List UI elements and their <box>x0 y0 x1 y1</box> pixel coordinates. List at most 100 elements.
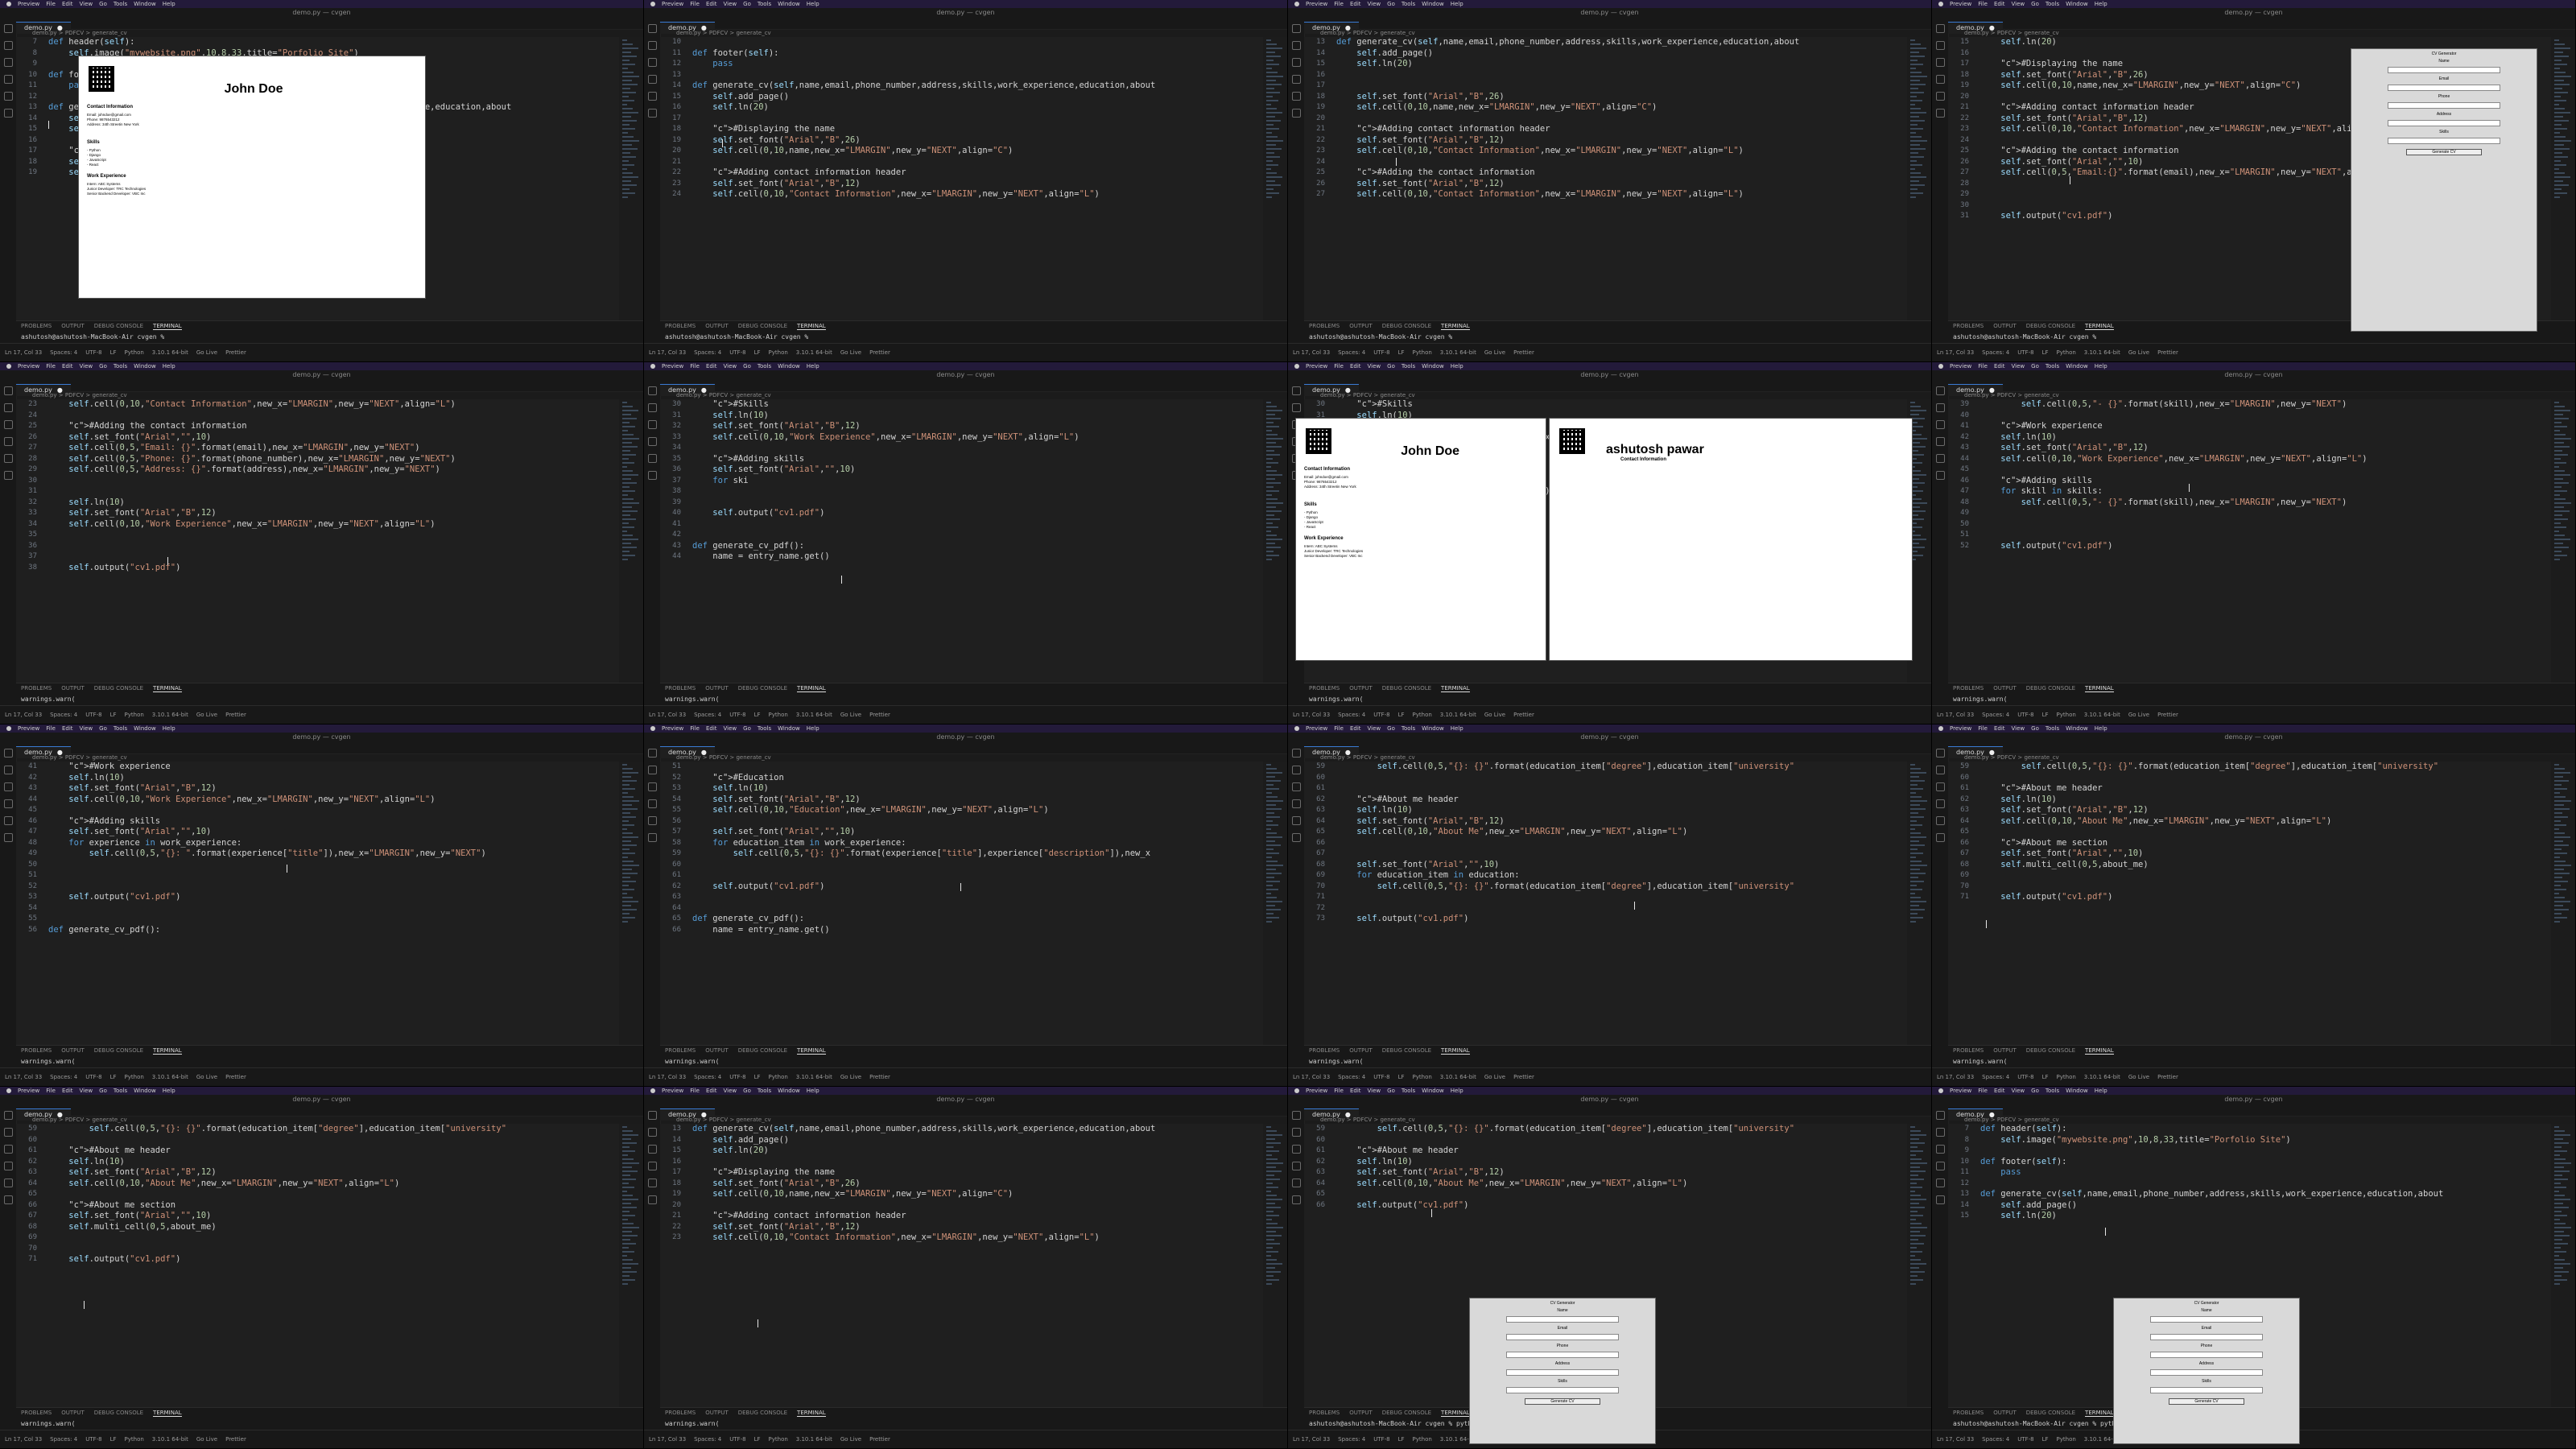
menu-item[interactable]: Window <box>134 1 156 7</box>
menu-item[interactable]: Edit <box>706 1088 717 1094</box>
panel-tab[interactable]: PROBLEMS <box>665 1410 696 1417</box>
status-item[interactable]: Prettier <box>869 1074 890 1080</box>
menu-item[interactable]: Go <box>99 1088 107 1094</box>
status-item[interactable]: LF <box>2042 1436 2049 1443</box>
terminal-output[interactable]: ashutosh@ashutosh-MacBook-Air cvgen % <box>1304 332 1931 342</box>
code-editor[interactable]: 13 14 15 16 17 18 19 20 21 22 23 24 25 26 27 def genera… <box>1304 37 1907 321</box>
menu-item[interactable]: Help <box>163 363 175 369</box>
menu-item[interactable]: Edit <box>62 725 73 732</box>
source-control-icon[interactable] <box>1291 1145 1301 1154</box>
menu-item[interactable]: Window <box>778 1 800 7</box>
menu-item[interactable]: Preview <box>1306 363 1327 369</box>
panel-tab[interactable]: TERMINAL <box>797 1410 826 1417</box>
apple-icon[interactable] <box>1294 1088 1299 1093</box>
menu-item[interactable]: Tools <box>2046 725 2059 732</box>
status-item[interactable]: Ln 17, Col 33 <box>5 1436 42 1443</box>
menu-item[interactable]: View <box>2012 1088 2025 1094</box>
status-item[interactable]: 3.10.1 64-bit <box>152 1436 188 1443</box>
minimap[interactable] <box>1263 37 1287 321</box>
panel-tab[interactable]: PROBLEMS <box>1953 685 1984 692</box>
menu-item[interactable]: Tools <box>1402 1088 1415 1094</box>
run-icon[interactable] <box>1935 1162 1945 1170</box>
panel-tab[interactable]: DEBUG CONSOLE <box>94 1047 143 1055</box>
files-icon[interactable] <box>1291 749 1301 758</box>
testing-icon[interactable] <box>1935 833 1945 842</box>
menu-item[interactable]: Preview <box>1306 1088 1327 1094</box>
menu-item[interactable]: View <box>1368 1 1381 7</box>
search-icon[interactable] <box>647 1128 657 1137</box>
menu-item[interactable]: Edit <box>1994 1 2005 7</box>
panel-tab[interactable]: OUTPUT <box>1993 685 2017 692</box>
search-icon[interactable] <box>3 403 13 412</box>
status-item[interactable]: Python <box>769 349 788 356</box>
form-input[interactable] <box>2388 120 2500 126</box>
testing-icon[interactable] <box>1935 109 1945 118</box>
menu-item[interactable]: Window <box>2066 363 2088 369</box>
extensions-icon[interactable] <box>3 454 13 463</box>
search-icon[interactable] <box>1291 41 1301 50</box>
status-item[interactable]: Ln 17, Col 33 <box>1293 1074 1330 1080</box>
menu-item[interactable]: File <box>1978 363 1988 369</box>
panel-tab[interactable]: OUTPUT <box>705 685 729 692</box>
status-item[interactable]: Go Live <box>196 1436 217 1443</box>
run-icon[interactable] <box>647 1162 657 1170</box>
code-editor[interactable]: 23 24 25 26 27 28 29 30 31 32 33 34 35 36 37 38 self.ce… <box>16 399 619 683</box>
code-editor[interactable]: 59 60 61 62 63 64 65 66 67 68 69 70 71 self.cell(0,5… <box>16 1124 619 1408</box>
menu-item[interactable]: Go <box>2031 1088 2039 1094</box>
run-icon[interactable] <box>1935 75 1945 84</box>
status-item[interactable]: Python <box>769 1074 788 1080</box>
panel-tab[interactable]: TERMINAL <box>153 323 182 330</box>
menu-item[interactable]: Go <box>1387 725 1395 732</box>
panel-tab[interactable]: OUTPUT <box>1349 1410 1373 1417</box>
menu-item[interactable]: Edit <box>62 1 73 7</box>
menu-item[interactable]: View <box>724 1088 737 1094</box>
testing-icon[interactable] <box>647 833 657 842</box>
menu-item[interactable]: File <box>1978 1 1988 7</box>
menu-item[interactable]: Go <box>99 363 107 369</box>
menu-item[interactable]: Go <box>1387 1088 1395 1094</box>
menu-item[interactable]: Go <box>2031 363 2039 369</box>
search-icon[interactable] <box>647 41 657 50</box>
menu-item[interactable]: Help <box>807 363 819 369</box>
status-item[interactable]: Ln 17, Col 33 <box>5 712 42 718</box>
menu-item[interactable]: Help <box>1451 1 1463 7</box>
search-icon[interactable] <box>3 41 13 50</box>
panel-tab[interactable]: TERMINAL <box>153 685 182 692</box>
menu-item[interactable]: Help <box>2095 1 2107 7</box>
panel-tab[interactable]: TERMINAL <box>2085 685 2114 692</box>
files-icon[interactable] <box>1935 386 1945 395</box>
menu-item[interactable]: Go <box>1387 1 1395 7</box>
status-item[interactable]: Go Live <box>1484 349 1505 356</box>
status-item[interactable]: Go Live <box>196 712 217 718</box>
terminal-output[interactable]: ashutosh@ashutosh-MacBook-Air cvgen % <box>1948 332 2575 342</box>
panel-tab[interactable]: PROBLEMS <box>21 323 52 330</box>
menu-item[interactable]: Help <box>163 1 175 7</box>
apple-icon[interactable] <box>1294 364 1299 369</box>
menu-item[interactable]: Tools <box>114 1 127 7</box>
menu-item[interactable]: Tools <box>1402 363 1415 369</box>
apple-icon[interactable] <box>6 726 11 731</box>
menu-item[interactable]: Go <box>743 725 751 732</box>
source-control-icon[interactable] <box>647 58 657 67</box>
status-item[interactable]: Spaces: 4 <box>1982 349 2009 356</box>
extensions-icon[interactable] <box>647 92 657 101</box>
extensions-icon[interactable] <box>1935 92 1945 101</box>
files-icon[interactable] <box>1291 386 1301 395</box>
status-item[interactable]: Prettier <box>2157 349 2178 356</box>
status-item[interactable]: Python <box>1413 1074 1432 1080</box>
menu-item[interactable]: Preview <box>1950 725 1971 732</box>
menu-item[interactable]: View <box>2012 363 2025 369</box>
form-input[interactable] <box>2150 1316 2263 1323</box>
status-item[interactable]: Go Live <box>2128 349 2149 356</box>
apple-icon[interactable] <box>650 2 655 6</box>
run-icon[interactable] <box>647 437 657 446</box>
apple-icon[interactable] <box>1938 2 1943 6</box>
status-item[interactable]: 3.10.1 64-bit <box>796 712 832 718</box>
files-icon[interactable] <box>1935 1111 1945 1120</box>
search-icon[interactable] <box>3 766 13 774</box>
menu-item[interactable]: Help <box>1451 725 1463 732</box>
status-item[interactable]: UTF-8 <box>2017 1074 2033 1080</box>
code-editor[interactable]: 303132333435363738394041424344 "c">#Skil… <box>660 399 1263 683</box>
menu-item[interactable]: Help <box>807 725 819 732</box>
panel-tab[interactable]: OUTPUT <box>1993 1047 2017 1055</box>
